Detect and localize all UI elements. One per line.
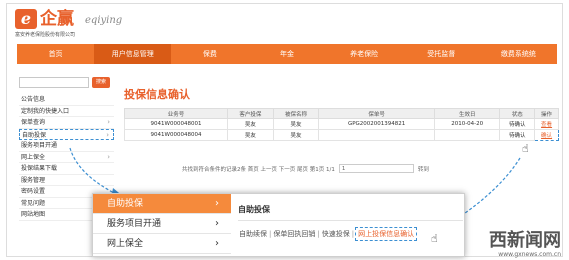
zoom-item-service-open[interactable]: 服务项目开通 › [93,214,231,234]
watermark: 西新闻网 www.gxnews.com.cn [489,230,561,259]
chevron-right-icon: › [215,198,219,209]
zoom-item-label: 网上保全 [107,239,144,249]
zoom-submenu-panel: 自助投保 自助续保 | 保单回执回销 | 快速投保 | 网上投保信息确认 [238,204,463,241]
watermark-text: 西新闻网 [489,230,561,251]
zoom-item-label: 服务项目开通 [107,219,162,229]
callout-arrow-left [69,147,119,196]
link-online-confirm[interactable]: 网上投保信息确认 [355,227,418,241]
zoom-menu: 自助投保 › 服务项目开通 › 网上保全 › [93,194,231,258]
zoom-item-label: 自助投保 [107,199,144,209]
chevron-right-icon: › [215,238,219,249]
pointer-hand-icon: ☝ [431,232,438,245]
watermark-url: www.gxnews.com.cn [498,251,561,258]
zoom-item-self-insure[interactable]: 自助投保 › [93,194,231,214]
submenu-links: 自助续保 | 保单回执回销 | 快速投保 | 网上投保信息确认 [238,227,463,241]
link-quick-insure[interactable]: 快速投保 [321,229,351,239]
chevron-right-icon: › [215,218,219,229]
zoomed-menu-callout: 自助投保 › 服务项目开通 › 网上保全 › 自助投保 自助续保 | 保单回执回销 |… [92,193,465,257]
link-self-renew[interactable]: 自助续保 [238,229,268,239]
zoom-item-online-preservation[interactable]: 网上保全 › [93,234,231,254]
submenu-title: 自助投保 [238,204,463,221]
link-receipt-return[interactable]: 保单回执回销 [272,229,316,239]
